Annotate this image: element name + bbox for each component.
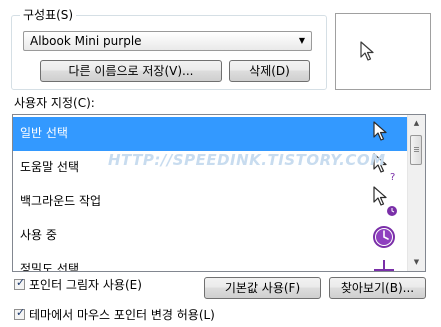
list-scrollbar[interactable]: ▲ ▼	[407, 115, 425, 271]
theme-pointer-label: 테마에서 마우스 포인터 변경 허용(L)	[29, 308, 215, 322]
precision-cross-icon	[374, 260, 394, 271]
svg-text:?: ?	[390, 172, 395, 183]
browse-button[interactable]: 찾아보기(B)...	[329, 277, 426, 299]
list-item[interactable]: 사용 중	[13, 219, 409, 253]
scheme-dropdown[interactable]: Albook Mini purple ▼	[23, 31, 312, 51]
list-item-label: 일반 선택	[20, 126, 68, 140]
pointer-preview	[335, 13, 431, 90]
theme-pointer-checkbox[interactable]: ✓	[14, 306, 26, 320]
save-as-button[interactable]: 다른 이름으로 저장(V)...	[40, 60, 222, 82]
scrollbar-thumb[interactable]	[410, 135, 422, 165]
list-item[interactable]: 백그라운드 작업	[13, 185, 409, 219]
list-item[interactable]: 일반 선택	[13, 117, 409, 151]
working-in-background-icon	[373, 186, 397, 216]
list-item-label: 도움말 선택	[20, 160, 80, 174]
cursor-list[interactable]: 일반 선택 도움말 선택 ? 백그라운드 작업 사용 중 정밀도 선택 ▲ ▼	[12, 114, 426, 272]
arrow-pointer-preview-icon	[360, 41, 374, 61]
scroll-up-icon[interactable]: ▲	[408, 115, 425, 132]
list-item-label: 백그라운드 작업	[20, 194, 102, 208]
scheme-group-label: 구성표(S)	[20, 8, 77, 22]
list-item[interactable]: 정밀도 선택	[13, 253, 409, 272]
chevron-down-icon: ▼	[298, 36, 305, 45]
delete-button[interactable]: 삭제(D)	[229, 60, 310, 82]
pointer-shadow-label: 포인터 그림자 사용(E)	[29, 278, 142, 292]
list-item-label: 정밀도 선택	[20, 262, 80, 272]
arrow-pointer-icon	[373, 121, 387, 141]
list-item-label: 사용 중	[20, 228, 57, 242]
checkmark-icon: ✓	[16, 306, 26, 319]
customize-label: 사용자 지정(C):	[14, 96, 95, 110]
use-default-button[interactable]: 기본값 사용(F)	[204, 277, 321, 299]
busy-clock-icon	[373, 226, 395, 248]
pointer-shadow-checkbox[interactable]: ✓	[14, 276, 26, 290]
scroll-down-icon[interactable]: ▼	[408, 254, 425, 271]
watermark-text: HTTP://SPEEDINK.TISTORY.COM	[108, 151, 386, 169]
scheme-dropdown-value: Albook Mini purple	[30, 34, 142, 48]
checkmark-icon: ✓	[16, 276, 26, 289]
